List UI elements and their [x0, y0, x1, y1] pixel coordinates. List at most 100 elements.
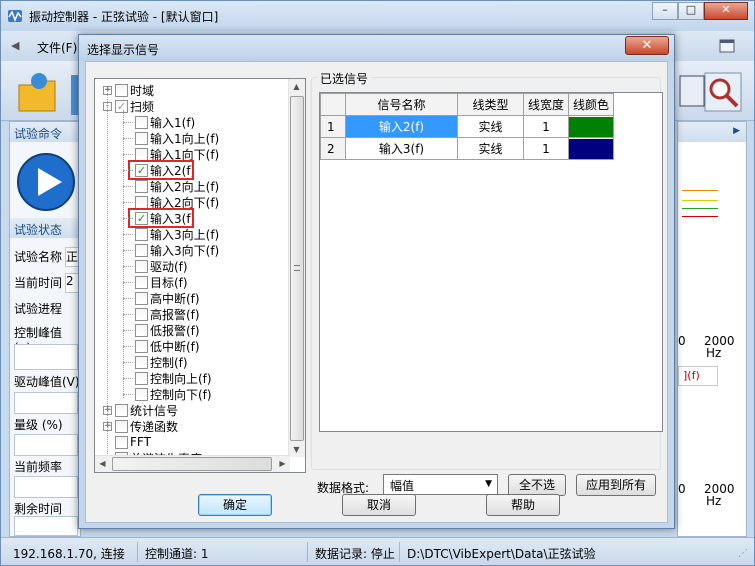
tree-item[interactable]: 输入1(f) [135, 114, 195, 130]
row-number[interactable]: 1 [320, 115, 346, 138]
tree-item[interactable]: 输入2向上(f) [135, 178, 219, 194]
tree-item-label: 驱动(f) [150, 259, 188, 274]
tree-item-label: 控制向上(f) [150, 371, 212, 386]
scroll-left-icon[interactable]: ◀ [95, 456, 110, 471]
tree-checkbox[interactable]: ✓ [115, 99, 128, 113]
tree-item[interactable]: 目标(f) [135, 274, 188, 290]
tree-item-label: 输入3向上(f) [150, 227, 220, 242]
open-folder-icon[interactable] [17, 71, 59, 115]
tree-checkbox[interactable] [135, 355, 148, 369]
minimize-button[interactable]: – [652, 2, 678, 20]
tree-item[interactable]: 输入3向下(f) [135, 242, 219, 258]
selected-signals-label: 已选信号 [317, 70, 372, 87]
cell-line-color[interactable] [568, 115, 614, 138]
tree-item-label: 低中断(f) [150, 339, 200, 354]
tree-item-label: 时域 [130, 83, 155, 98]
expand-arrow-icon[interactable]: ▶ [733, 126, 740, 136]
header-line-width[interactable]: 线宽度 [523, 93, 569, 116]
scroll-down-icon[interactable]: ▼ [289, 442, 304, 457]
cell-line-width[interactable]: 1 [523, 137, 569, 160]
tree-item-label: 输入2向上(f) [150, 179, 220, 194]
label-remaining-time: 剩余时间 [14, 502, 63, 516]
tree-checkbox[interactable] [115, 83, 128, 97]
tree-item[interactable]: 高中断(f) [135, 290, 200, 306]
tree-item-label: 扫频 [130, 99, 155, 114]
tree-horizontal-scrollbar[interactable]: ◀ ▶ [95, 455, 290, 472]
cell-line-color[interactable] [568, 137, 614, 160]
plot-legend-label: ](f) [678, 366, 718, 386]
axis-unit-upper: Hz [706, 346, 722, 360]
tree-checkbox[interactable] [115, 403, 128, 417]
tree-checkbox[interactable] [115, 435, 128, 449]
table-row[interactable]: 1 输入2(f) 实线 1 [320, 115, 614, 138]
cell-signal-name[interactable]: 输入2(f) [345, 115, 458, 138]
color-swatch[interactable] [569, 116, 613, 137]
maximize-button[interactable]: □ [678, 2, 704, 20]
tree-checkbox[interactable] [135, 179, 148, 193]
signals-table: 信号名称 线类型 线宽度 线颜色 1 输入2(f) 实线 1 2 输入3(f) … [320, 93, 614, 160]
tree-checkbox[interactable] [135, 339, 148, 353]
apply-to-all-button[interactable]: 应用到所有 [576, 474, 656, 496]
help-button[interactable]: 帮助 [486, 494, 560, 516]
tree-checkbox[interactable] [115, 419, 128, 433]
scroll-right-icon[interactable]: ▶ [275, 456, 290, 471]
resize-grip-icon[interactable]: ⋰ [738, 548, 748, 559]
tree-vertical-scrollbar[interactable]: ▲ ▼ [288, 79, 305, 457]
selected-signals-grid: 信号名称 线类型 线宽度 线颜色 1 输入2(f) 实线 1 2 输入3(f) … [319, 92, 663, 432]
cancel-button[interactable]: 取消 [342, 494, 416, 516]
row-number[interactable]: 2 [320, 137, 346, 160]
tree-item-label: 输入1向上(f) [150, 131, 220, 146]
cell-line-width[interactable]: 1 [523, 115, 569, 138]
tree-item[interactable]: 控制(f) [135, 354, 188, 370]
toolbar-magnifier-icon[interactable] [703, 71, 743, 113]
tree-checkbox[interactable] [135, 131, 148, 145]
tree-hscroll-thumb[interactable] [112, 457, 272, 471]
table-row[interactable]: 2 输入3(f) 实线 1 [320, 137, 614, 160]
select-signal-dialog: 选择显示信号 ✕ + 时域 - ✓ 扫频 输入1(f) 输入1向上(f) 输入1向下(f) ✓ 输… [78, 34, 675, 529]
scroll-up-icon[interactable]: ▲ [289, 79, 304, 94]
deselect-all-button[interactable]: 全不选 [508, 474, 566, 496]
tree-checkbox[interactable] [135, 259, 148, 273]
menu-file[interactable]: 文件(F) [37, 39, 77, 56]
play-button-icon[interactable] [16, 152, 76, 212]
tree-item[interactable]: 低中断(f) [135, 338, 200, 354]
tree-item[interactable]: + 时域 [103, 82, 154, 98]
tree-checkbox[interactable] [135, 371, 148, 385]
cell-line-type[interactable]: 实线 [457, 137, 524, 160]
tree-item[interactable]: + 统计信号 [103, 402, 178, 418]
tree-item[interactable]: 输入1向上(f) [135, 130, 219, 146]
tree-checkbox[interactable] [135, 307, 148, 321]
tree-checkbox[interactable] [135, 147, 148, 161]
tree-checkbox[interactable] [135, 387, 148, 401]
tree-item[interactable]: FFT [103, 434, 151, 450]
tree-checkbox[interactable] [135, 227, 148, 241]
dialog-close-button[interactable]: ✕ [625, 36, 669, 55]
tree-item[interactable]: 低报警(f) [135, 322, 200, 338]
tree-checkbox[interactable] [135, 275, 148, 289]
cell-signal-name[interactable]: 输入3(f) [345, 137, 458, 160]
tree-item[interactable]: + 传递函数 [103, 418, 178, 434]
menu-window-icon[interactable] [719, 39, 735, 53]
ok-button[interactable]: 确定 [198, 494, 272, 516]
tree-item[interactable]: 驱动(f) [135, 258, 188, 274]
close-button[interactable]: ✕ [704, 2, 748, 20]
tree-item[interactable]: 控制向上(f) [135, 370, 212, 386]
header-line-type[interactable]: 线类型 [457, 93, 524, 116]
tree-vscroll-thumb[interactable] [290, 96, 304, 441]
header-line-color[interactable]: 线颜色 [568, 93, 614, 116]
tree-checkbox[interactable] [135, 195, 148, 209]
tree-checkbox[interactable] [135, 323, 148, 337]
header-signal-name[interactable]: 信号名称 [345, 93, 458, 116]
tree-item[interactable]: 控制向下(f) [135, 386, 212, 402]
tree-item[interactable]: 输入3向上(f) [135, 226, 219, 242]
tree-checkbox[interactable] [135, 115, 148, 129]
statusbar: 192.168.1.70, 连接 控制通道: 1 数据记录: 停止 D:\DTC… [1, 537, 754, 565]
tree-checkbox[interactable] [135, 291, 148, 305]
tree-checkbox[interactable] [135, 243, 148, 257]
data-format-select[interactable]: 幅值 ▼ [383, 474, 498, 495]
tree-item[interactable]: - ✓ 扫频 [103, 98, 154, 114]
cell-line-type[interactable]: 实线 [457, 115, 524, 138]
color-swatch[interactable] [569, 138, 613, 159]
tree-item[interactable]: 高报警(f) [135, 306, 200, 322]
tree-item-label: 输入1(f) [150, 115, 196, 130]
